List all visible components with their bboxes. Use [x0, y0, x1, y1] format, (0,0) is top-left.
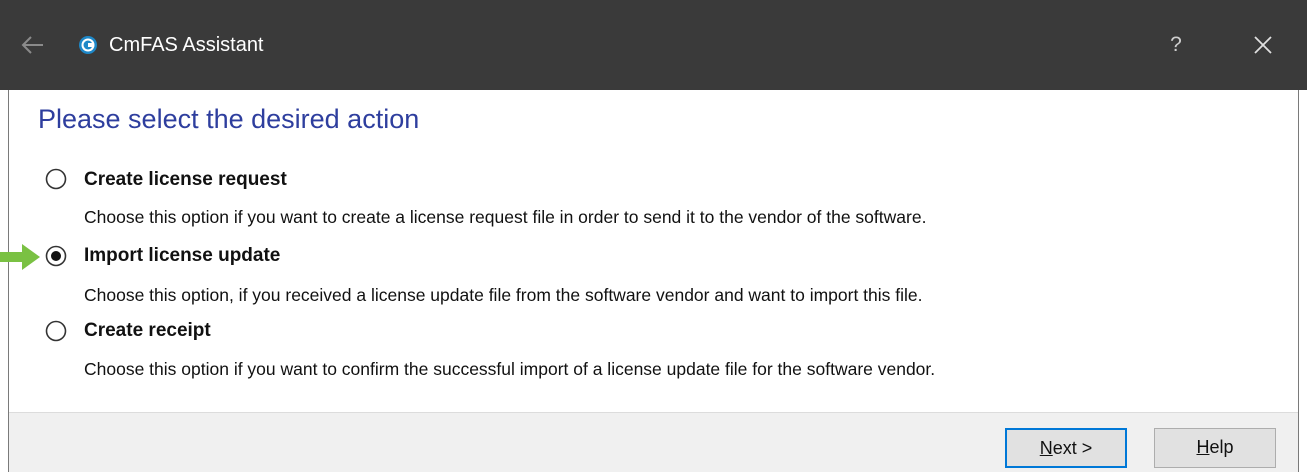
radio-create-receipt[interactable]	[45, 320, 67, 342]
option-description-import-license-update: Choose this option, if you received a li…	[84, 285, 923, 305]
close-button[interactable]	[1246, 28, 1280, 62]
cmfas-assistant-window: CmFAS Assistant ? Please select the desi…	[0, 0, 1307, 472]
help-label: elp	[1209, 437, 1234, 457]
green-pointer-arrow-icon	[0, 244, 40, 270]
next-label: ext >	[1052, 438, 1093, 458]
radio-import-license-update[interactable]	[45, 245, 67, 267]
back-arrow-icon	[21, 36, 43, 54]
help-button[interactable]: Help	[1154, 428, 1276, 468]
radio-create-license-request[interactable]	[45, 168, 67, 190]
close-icon	[1254, 36, 1272, 54]
option-description-create-license-request: Choose this option if you want to create…	[84, 207, 927, 227]
back-button[interactable]	[18, 30, 48, 60]
help-accelerator: H	[1196, 437, 1210, 457]
window-title: CmFAS Assistant	[109, 34, 264, 56]
option-description-create-receipt: Choose this option if you want to confir…	[84, 359, 936, 379]
title-bar: CmFAS Assistant ?	[0, 0, 1307, 90]
window-frame-right	[1298, 90, 1299, 472]
option-label-create-receipt[interactable]: Create receipt	[84, 319, 211, 343]
option-label-create-license-request[interactable]: Create license request	[84, 168, 287, 192]
codemeter-app-icon	[78, 35, 98, 55]
option-label-import-license-update[interactable]: Import license update	[84, 244, 280, 268]
next-accelerator: N	[1039, 438, 1053, 458]
help-question-button[interactable]: ?	[1158, 28, 1194, 62]
next-button[interactable]: Next >	[1005, 428, 1127, 468]
page-heading: Please select the desired action	[38, 104, 420, 134]
